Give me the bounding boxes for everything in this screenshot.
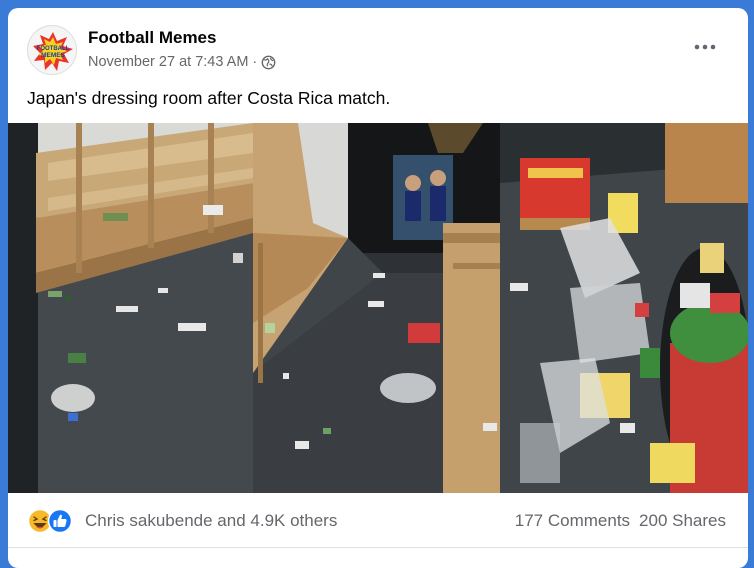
reactors-link[interactable]: Chris sakubende and 4.9K others [85,511,337,531]
post-card: FOOTBALL MEMES Football Memes November 2… [8,8,748,568]
more-options-button[interactable] [688,34,722,60]
comments-count-link[interactable]: 177 Comments [515,511,630,531]
photo-panel-corridor [253,123,500,493]
meta-separator: · [252,54,258,70]
post-meta: November 27 at 7:43 AM · [88,54,276,70]
post-header: FOOTBALL MEMES Football Memes November 2… [8,8,748,88]
shares-count-link[interactable]: 200 Shares [639,511,726,531]
more-options-icon [694,44,716,50]
engagement-counts: 177 Comments 200 Shares [515,511,726,531]
post-timestamp[interactable]: November 27 at 7:43 AM [88,54,248,70]
post-photo[interactable] [8,123,748,493]
reaction-icons[interactable] [27,508,77,534]
post-caption: Japan's dressing room after Costa Rica m… [27,88,391,108]
photo-panel-trash [500,123,748,493]
like-icon [47,508,73,534]
globe-icon[interactable] [261,55,276,70]
page-name-link[interactable]: Football Memes [88,28,216,48]
svg-text:MEMES: MEMES [41,52,66,59]
photo-panel-lockers [8,123,253,493]
reactions-bar: Chris sakubende and 4.9K others 177 Comm… [8,493,748,548]
page-avatar[interactable]: FOOTBALL MEMES [27,25,77,75]
